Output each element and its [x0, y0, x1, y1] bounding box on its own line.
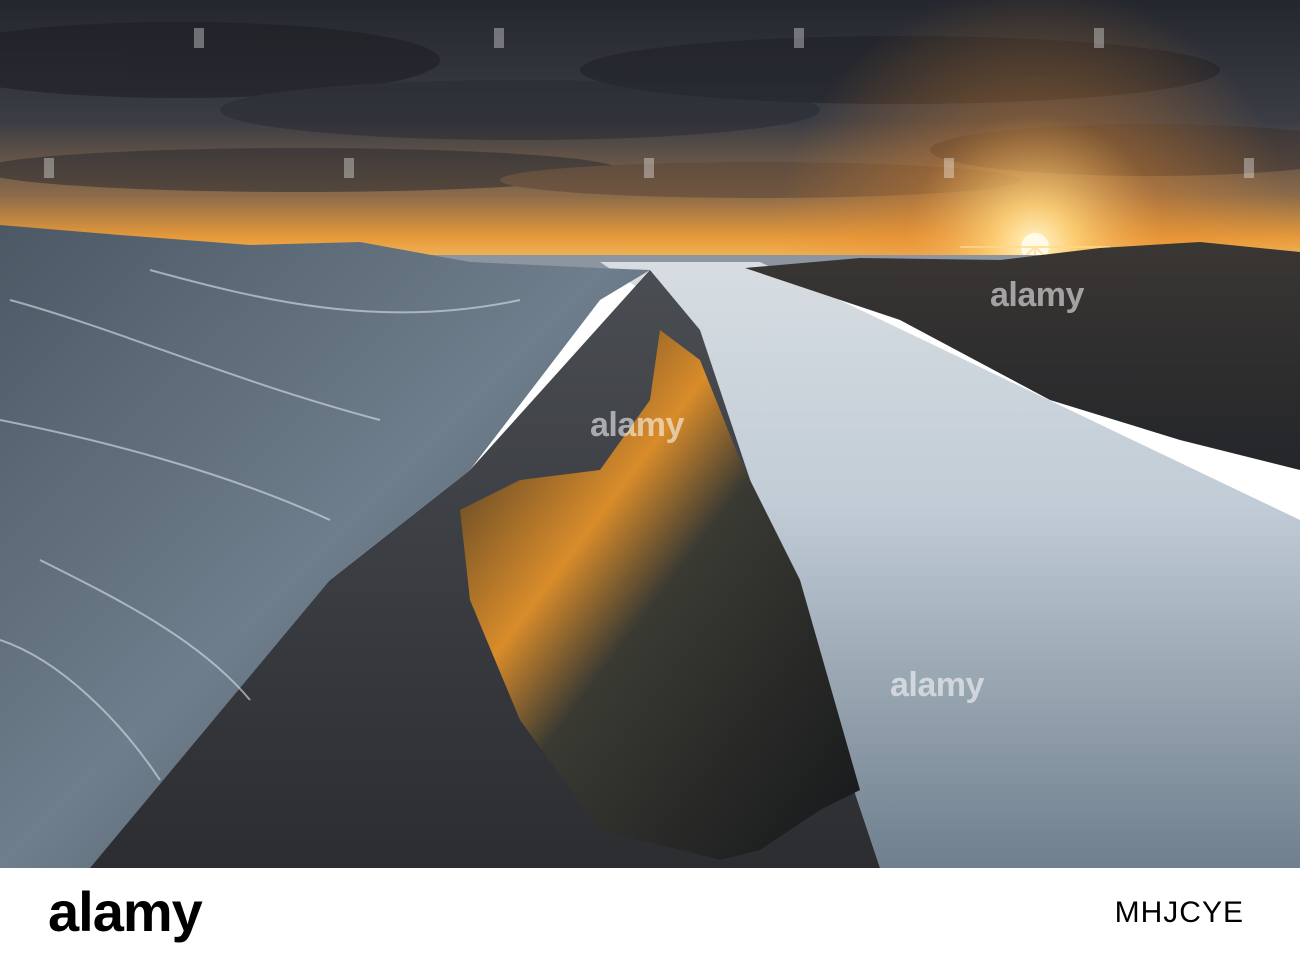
logo-text: alamy: [48, 880, 203, 943]
photo: alamy alamy alamy: [0, 0, 1300, 868]
watermark-text: alamy: [590, 406, 684, 444]
watermark-text: alamy: [990, 276, 1084, 314]
watermark-text: alamy: [890, 666, 984, 704]
alamy-logo[interactable]: alamy: [48, 880, 203, 944]
footer-bar: alamy MHJCYE: [0, 868, 1300, 956]
image-id: MHJCYE: [1114, 896, 1244, 929]
